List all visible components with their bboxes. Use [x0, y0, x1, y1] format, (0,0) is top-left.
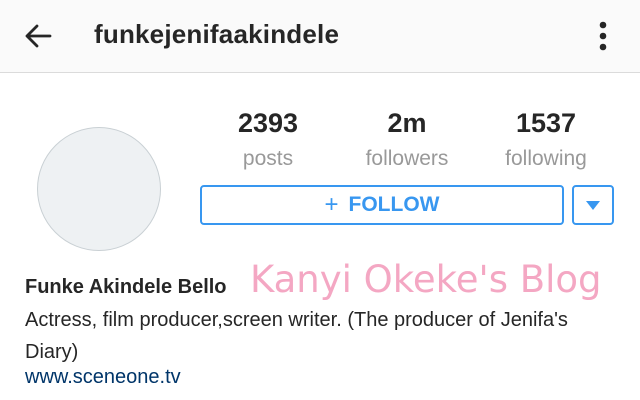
more-vertical-icon	[599, 21, 607, 51]
plus-icon: +	[324, 191, 339, 218]
posts-count: 2393	[237, 108, 299, 138]
arrow-left-icon	[25, 24, 52, 48]
posts-label: posts	[242, 147, 294, 170]
follow-button-label: FOLLOW	[348, 193, 440, 216]
profile-website-link[interactable]: www.sceneone.tv	[25, 366, 181, 389]
stat-followers[interactable]: 2m followers	[342, 106, 472, 174]
suggested-dropdown-button[interactable]	[572, 185, 614, 225]
followers-label: followers	[365, 147, 449, 170]
following-count: 1537	[515, 108, 577, 138]
stat-following[interactable]: 1537 following	[481, 106, 611, 174]
profile-avatar[interactable]	[37, 127, 161, 251]
blog-watermark: Kanyi Okeke's Blog	[250, 258, 602, 301]
more-options-button[interactable]	[586, 16, 620, 56]
followers-count: 2m	[387, 108, 427, 138]
follow-button[interactable]: + FOLLOW	[200, 185, 564, 225]
stat-posts[interactable]: 2393 posts	[203, 106, 333, 174]
following-label: following	[505, 147, 587, 170]
profile-username-title: funkejenifaakindele	[94, 19, 340, 49]
caret-down-icon	[586, 200, 600, 210]
app-bar: funkejenifaakindele	[0, 0, 640, 73]
back-button[interactable]	[18, 16, 58, 56]
profile-bio: Actress, film producer,screen writer. (T…	[25, 309, 568, 363]
profile-display-name: Funke Akindele Bello	[25, 276, 227, 298]
